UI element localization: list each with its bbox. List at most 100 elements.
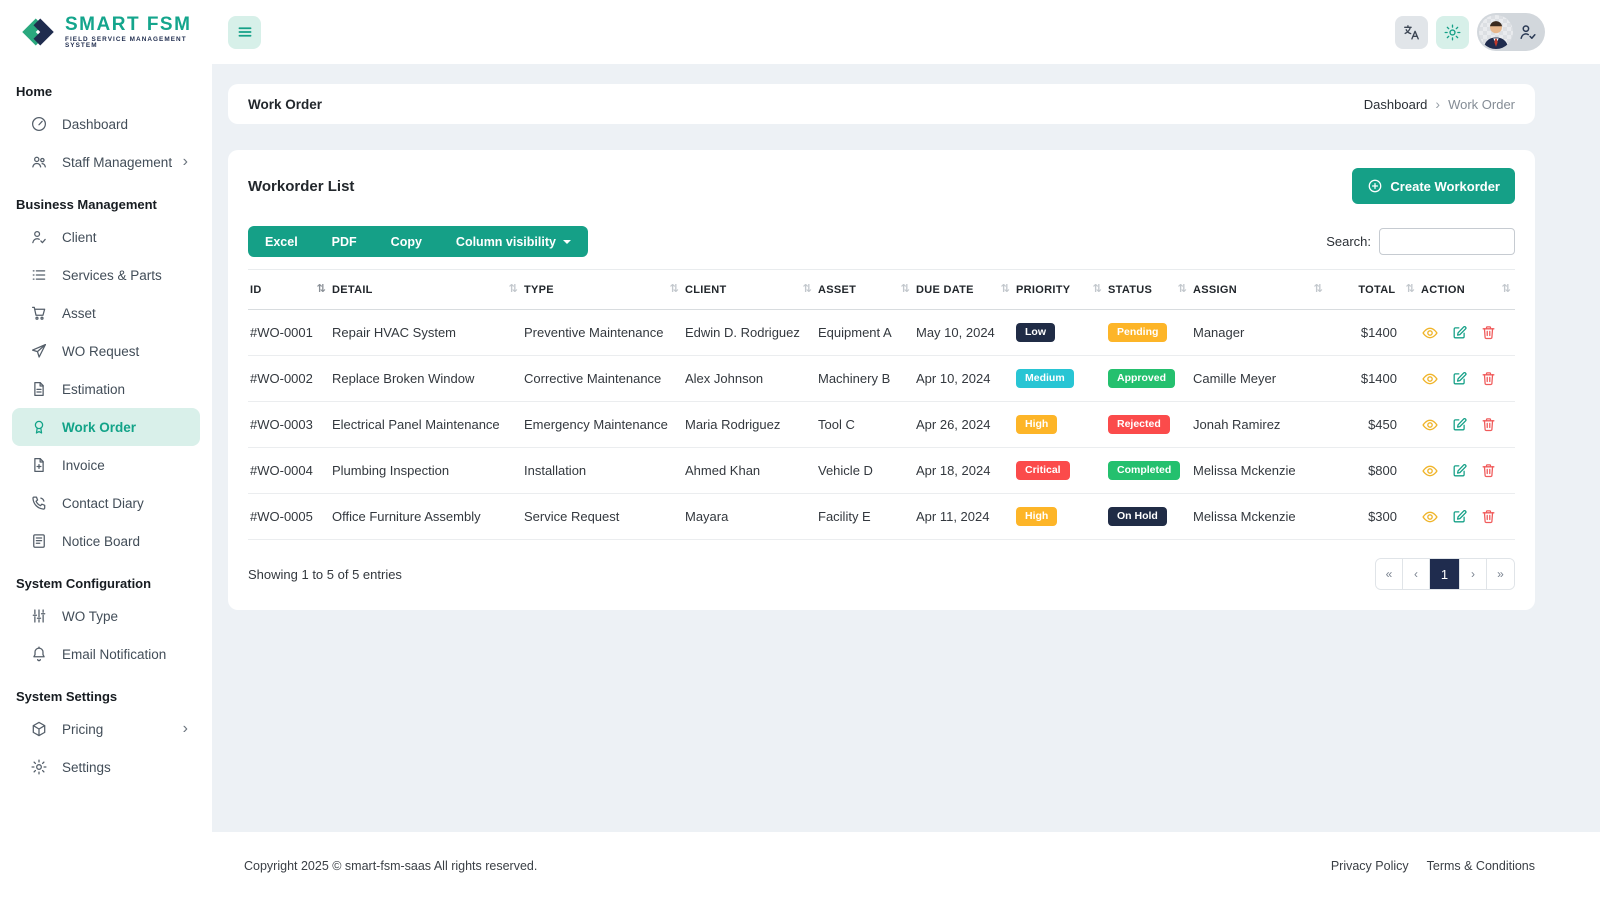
view-button[interactable] [1421, 370, 1439, 388]
excel-export-button[interactable]: Excel [248, 226, 315, 257]
copy-export-button[interactable]: Copy [374, 226, 439, 257]
pagination-prev[interactable]: ‹ [1403, 559, 1430, 589]
pdf-export-button[interactable]: PDF [315, 226, 374, 257]
main-content: Work Order Dashboard › Work Order Workor… [212, 64, 1600, 832]
column-header-detail[interactable]: DETAIL ⇅ [330, 269, 522, 310]
cell-type: Installation [522, 447, 683, 494]
caret-down-icon [562, 239, 571, 244]
sidebar-item-settings[interactable]: Settings [12, 748, 200, 786]
settings-quick-button[interactable] [1436, 15, 1469, 49]
avatar [1479, 15, 1513, 49]
delete-button[interactable] [1480, 508, 1497, 525]
column-header-status[interactable]: STATUS ⇅ [1106, 269, 1191, 310]
sidebar-item-dashboard[interactable]: Dashboard [12, 105, 200, 143]
sidebar-item-label: Services & Parts [62, 267, 162, 283]
column-header-priority[interactable]: PRIORITY ⇅ [1014, 269, 1106, 310]
pagination-page-1[interactable]: 1 [1430, 559, 1460, 589]
sidebar-item-notice-board[interactable]: Notice Board [12, 522, 200, 560]
cell-detail: Repair HVAC System [330, 309, 522, 356]
page-footer: Copyright 2025 © smart-fsm-saas All righ… [212, 832, 1600, 900]
cell-total: $1400 [1327, 309, 1419, 356]
cell-status: On Hold [1106, 493, 1191, 540]
sidebar-item-staff-management[interactable]: Staff Management › [12, 143, 200, 181]
sidebar-toggle-button[interactable] [228, 15, 261, 49]
sort-icon: ⇅ [1313, 283, 1323, 295]
workorder-list-card: Workorder List Create Workorder Excel PDF… [228, 150, 1535, 610]
column-header-total[interactable]: TOTAL ⇅ [1327, 269, 1419, 310]
sidebar-item-estimation[interactable]: Estimation [12, 370, 200, 408]
list-title: Workorder List [248, 177, 355, 195]
cell-assign: Melissa Mckenzie [1191, 447, 1327, 494]
staff-icon [32, 156, 46, 168]
sidebar-item-label: WO Request [62, 343, 140, 359]
search-input[interactable] [1379, 228, 1515, 255]
priority-badge: Low [1016, 323, 1055, 342]
column-header-id[interactable]: ID ⇅ [248, 269, 330, 310]
column-visibility-button[interactable]: Column visibility [439, 226, 588, 257]
column-header-assign[interactable]: ASSIGN ⇅ [1191, 269, 1327, 310]
entries-info: Showing 1 to 5 of 5 entries [248, 566, 402, 582]
sort-icon: ⇅ [900, 283, 910, 295]
cell-client: Ahmed Khan [683, 447, 816, 494]
delete-button[interactable] [1480, 324, 1497, 341]
person-check-icon [1520, 25, 1536, 39]
sidebar-item-pricing[interactable]: Pricing › [12, 710, 200, 748]
cell-client: Maria Rodriguez [683, 401, 816, 448]
sidebar-item-services-parts[interactable]: Services & Parts [12, 256, 200, 294]
sidebar-item-work-order[interactable]: Work Order [12, 408, 200, 446]
column-header-asset[interactable]: ASSET ⇅ [816, 269, 914, 310]
column-header-due_date[interactable]: DUE DATE ⇅ [914, 269, 1014, 310]
user-menu-button[interactable] [1477, 13, 1545, 51]
column-header-client[interactable]: CLIENT ⇅ [683, 269, 816, 310]
view-button[interactable] [1421, 508, 1439, 526]
sidebar-item-label: Contact Diary [62, 495, 144, 511]
cell-total: $800 [1327, 447, 1419, 494]
cell-total: $450 [1327, 401, 1419, 448]
sidebar-item-wo-type[interactable]: WO Type [12, 597, 200, 635]
cell-asset: Vehicle D [816, 447, 914, 494]
eye-icon [1422, 511, 1438, 522]
cell-status: Approved [1106, 355, 1191, 402]
sidebar-item-asset[interactable]: Asset [12, 294, 200, 332]
column-header-type[interactable]: TYPE ⇅ [522, 269, 683, 310]
pricing-icon [32, 721, 46, 737]
edit-button[interactable] [1451, 370, 1468, 387]
breadcrumb-dashboard[interactable]: Dashboard [1364, 97, 1428, 112]
language-button[interactable] [1395, 15, 1428, 49]
edit-button[interactable] [1451, 508, 1468, 525]
edit-button[interactable] [1451, 462, 1468, 479]
table-row: #WO-0004 Plumbing Inspection Installation A… [248, 447, 1515, 494]
cell-client: Alex Johnson [683, 355, 816, 402]
priority-badge: Medium [1016, 369, 1074, 388]
logo-icon [22, 18, 54, 46]
terms-link[interactable]: Terms & Conditions [1427, 859, 1535, 873]
column-header-action[interactable]: ACTION ⇅ [1419, 269, 1515, 310]
pagination-first[interactable]: « [1376, 559, 1403, 589]
pagination-last[interactable]: » [1487, 559, 1514, 589]
cell-total: $1400 [1327, 355, 1419, 402]
view-button[interactable] [1421, 462, 1439, 480]
delete-button[interactable] [1480, 416, 1497, 433]
privacy-policy-link[interactable]: Privacy Policy [1331, 859, 1409, 873]
delete-button[interactable] [1480, 370, 1497, 387]
edit-button[interactable] [1451, 416, 1468, 433]
cell-detail: Replace Broken Window [330, 355, 522, 402]
sidebar-item-contact-diary[interactable]: Contact Diary [12, 484, 200, 522]
create-workorder-button[interactable]: Create Workorder [1352, 168, 1515, 204]
app-logo[interactable]: SMART FSM FIELD SERVICE MANAGEMENT SYSTE… [0, 14, 212, 50]
delete-button[interactable] [1480, 462, 1497, 479]
pagination-next[interactable]: › [1460, 559, 1487, 589]
view-button[interactable] [1421, 416, 1439, 434]
table-row: #WO-0002 Replace Broken Window Corrective … [248, 355, 1515, 402]
sidebar-item-label: Invoice [62, 457, 105, 473]
sidebar-item-invoice[interactable]: Invoice [12, 446, 200, 484]
cell-priority: Low [1014, 309, 1106, 356]
sidebar-item-email-notification[interactable]: Email Notification [12, 635, 200, 673]
cell-action [1419, 493, 1515, 540]
sidebar-item-client[interactable]: Client [12, 218, 200, 256]
view-button[interactable] [1421, 324, 1439, 342]
sidebar-item-wo-request[interactable]: WO Request [12, 332, 200, 370]
cell-asset: Machinery B [816, 355, 914, 402]
cell-type: Corrective Maintenance [522, 355, 683, 402]
edit-button[interactable] [1451, 324, 1468, 341]
